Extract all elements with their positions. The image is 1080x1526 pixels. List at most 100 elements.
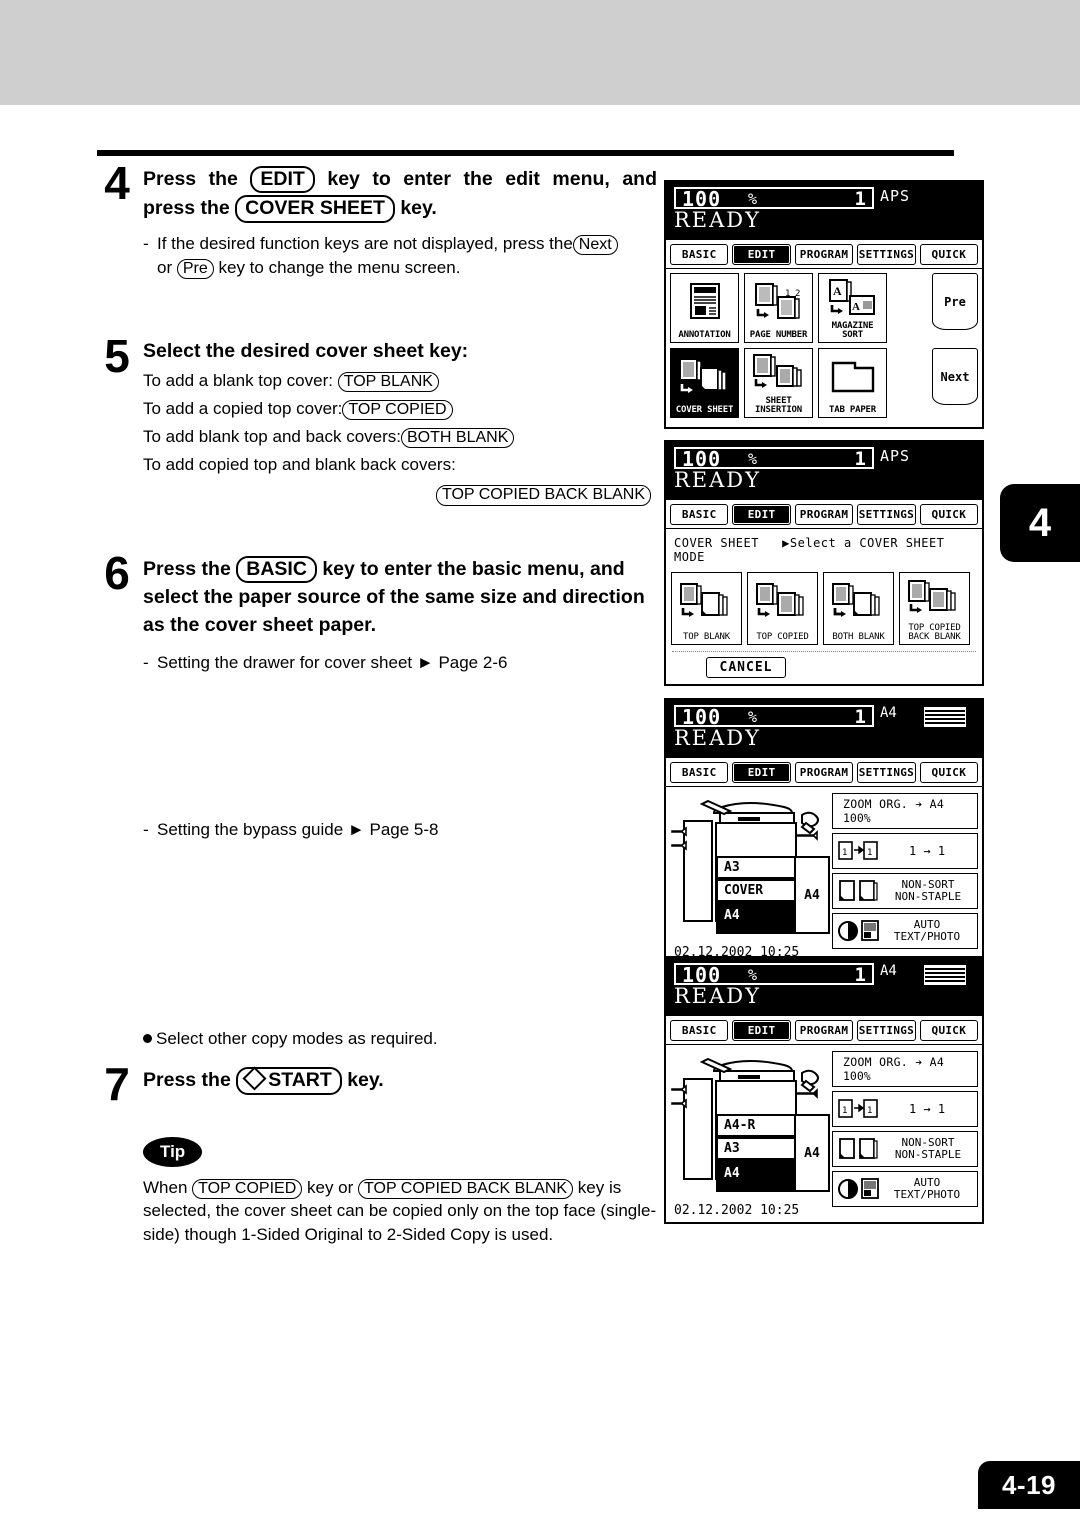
zoom-setting-button[interactable]: ZOOM ORG. ➔ A4 100% [832,1051,978,1087]
tab-basic[interactable]: BASIC [670,504,729,525]
mode-button-top-blank[interactable]: TOP BLANK [671,572,742,645]
tip-top-copied-back-blank-key-capsule[interactable]: TOP COPIED BACK BLANK [358,1178,574,1200]
mode-button-both-blank[interactable]: BOTH BLANK [823,572,894,645]
tab-program[interactable]: PROGRAM [794,762,854,783]
drawer-3-selected[interactable]: A4 [716,902,796,934]
function-button-cover-sheet[interactable]: COVER SHEET [670,348,739,418]
svg-text:A: A [852,301,860,313]
tab-basic[interactable]: BASIC [670,1020,729,1041]
machine-diagram[interactable]: A4-R A3 A4 A4 [670,1051,830,1201]
top-copied-key-capsule[interactable]: TOP COPIED [342,399,453,421]
exposure-setting-label: AUTO TEXT/PHOTO [881,919,973,942]
pre-key-capsule[interactable]: Pre [176,258,214,280]
finishing-icon [839,1138,878,1159]
duplex-setting-button[interactable]: 1 1 1 → 1 [832,1091,978,1127]
lcd1-tab-bar[interactable]: BASIC EDIT PROGRAM SETTINGS QUICK [666,240,982,268]
drawer-2[interactable]: COVER [716,879,796,902]
tab-program[interactable]: PROGRAM [794,1020,854,1041]
drawer-1[interactable]: A4-R [716,1114,796,1137]
lcd4-tab-bar[interactable]: BASIC EDIT PROGRAM SETTINGS QUICK [666,1016,982,1044]
tab-settings[interactable]: SETTINGS [857,1020,916,1041]
lcd1-function-row-2: COVER SHEET SHEET INSERTION TAB PAPER Ne… [670,348,978,418]
tip-top-copied-key-capsule[interactable]: TOP COPIED [192,1178,303,1200]
machine-diagram[interactable]: A3 COVER A4 A4 [670,793,830,943]
prev-page-button[interactable]: Pre [932,273,978,330]
function-button-magazine-sort[interactable]: A A MAGAZINE SORT [818,273,887,343]
tab-basic[interactable]: BASIC [670,244,729,265]
cancel-button[interactable]: CANCEL [706,657,786,678]
lcd3-ready-text: READY [674,726,762,750]
zoom-setting-value: 100% [843,811,871,825]
exposure-setting-button[interactable]: AUTO TEXT/PHOTO [832,913,978,949]
bypass-tray[interactable]: A4 [796,856,830,934]
step-4-note-b: or [157,257,173,277]
tab-edit[interactable]: EDIT [732,244,791,265]
function-button-sheet-insertion[interactable]: SHEET INSERTION [744,348,813,418]
lcd-panel-edit-menu[interactable]: 100 % 1 APS READY BASIC EDIT PROGRAM SET… [664,180,984,429]
finishing-setting-button[interactable]: NON-SORT NON-STAPLE [832,1131,978,1167]
zoom-setting-button[interactable]: ZOOM ORG. ➔ A4 100% [832,793,978,829]
lcd1-paper-mode: APS [880,187,911,205]
step-7-text-b: key. [347,1069,384,1092]
drawer-2-label: A3 [724,1141,740,1156]
lcd3-tab-bar[interactable]: BASIC EDIT PROGRAM SETTINGS QUICK [666,758,982,786]
lcd-panel-basic-drawer-cover[interactable]: 100 % 1 A4 READY BASIC EDIT PROGRAM SETT… [664,698,984,966]
cover-sheet-key-capsule[interactable]: COVER SHEET [235,195,395,223]
tab-settings[interactable]: SETTINGS [857,504,916,525]
drawer-3-selected[interactable]: A4 [716,1160,796,1192]
tab-settings[interactable]: SETTINGS [857,244,916,265]
lcd1-copy-count: 1 [854,188,866,210]
next-key-capsule[interactable]: Next [572,234,618,256]
tab-program[interactable]: PROGRAM [794,504,854,525]
drawer-2[interactable]: A3 [716,1137,796,1160]
mode-button-top-copied[interactable]: TOP COPIED [747,572,818,645]
lcd-panel-basic-bypass[interactable]: 100 % 1 A4 READY BASIC EDIT PROGRAM SETT… [664,956,984,1224]
step-6-heading-line2: select the paper source of the same size… [143,586,645,609]
tab-edit[interactable]: EDIT [732,762,791,783]
finishing-setting-button[interactable]: NON-SORT NON-STAPLE [832,873,978,909]
tab-program[interactable]: PROGRAM [794,244,854,265]
exposure-icon [838,1178,879,1199]
top-copied-back-blank-key-capsule[interactable]: TOP COPIED BACK BLANK [435,485,651,506]
tab-quick[interactable]: QUICK [919,244,979,265]
drawer-3-label: A4 [724,908,740,923]
other-modes-note-text: Select other copy modes as required. [156,1029,438,1049]
exposure-label-2: TEXT/PHOTO [893,930,961,943]
step-6-heading-line1: Press the BASIC key to enter the basic m… [143,556,657,584]
finishing-label-2: NON-STAPLE [894,890,962,903]
tab-quick[interactable]: QUICK [919,1020,979,1041]
bypass-tray[interactable]: A4 [796,1114,830,1192]
edit-key-capsule[interactable]: EDIT [250,166,315,194]
lcd4-machine-column: A4-R A3 A4 A4 02.12.2002 10:25 [670,1051,830,1218]
lcd1-ready-text: READY [674,208,762,232]
tab-quick[interactable]: QUICK [919,762,979,783]
function-button-annotation[interactable]: ANNOTATION [670,273,739,343]
basic-key-capsule[interactable]: BASIC [236,556,317,584]
mode-button-both-blank-label: BOTH BLANK [832,632,885,642]
mode-button-top-copied-back-blank[interactable]: TOP COPIED BACK BLANK [899,572,970,645]
start-key-capsule[interactable]: START [236,1066,342,1095]
lcd1-percent-sign: % [748,190,758,208]
exposure-icon [838,920,879,941]
exposure-setting-button[interactable]: AUTO TEXT/PHOTO [832,1171,978,1207]
step-4-text-d: key. [400,197,437,220]
drawer-1[interactable]: A3 [716,856,796,879]
next-page-button[interactable]: Next [932,348,978,405]
tab-quick[interactable]: QUICK [919,504,979,525]
tab-settings[interactable]: SETTINGS [857,762,916,783]
svg-text:1: 1 [842,848,847,858]
lcd2-zoom-bar: 100 % 1 [674,447,874,471]
lcd-panel-cover-sheet-mode[interactable]: 100 % 1 APS READY BASIC EDIT PROGRAM SET… [664,440,984,686]
function-button-tab-paper[interactable]: TAB PAPER [818,348,887,418]
top-blank-key-capsule[interactable]: TOP BLANK [337,371,439,393]
tab-edit[interactable]: EDIT [732,1020,791,1041]
exposure-setting-label: AUTO TEXT/PHOTO [881,1177,973,1200]
tab-basic[interactable]: BASIC [670,762,729,783]
dash-marker: - [143,819,149,839]
lcd4-body: A4-R A3 A4 A4 02.12.2002 10:25 ZOOM ORG.… [666,1044,982,1222]
tab-edit[interactable]: EDIT [732,504,791,525]
both-blank-key-capsule[interactable]: BOTH BLANK [401,427,515,448]
duplex-setting-button[interactable]: 1 1 1 → 1 [832,833,978,869]
lcd2-tab-bar[interactable]: BASIC EDIT PROGRAM SETTINGS QUICK [666,500,982,528]
function-button-page-number[interactable]: 1 2 PAGE NUMBER [744,273,813,343]
